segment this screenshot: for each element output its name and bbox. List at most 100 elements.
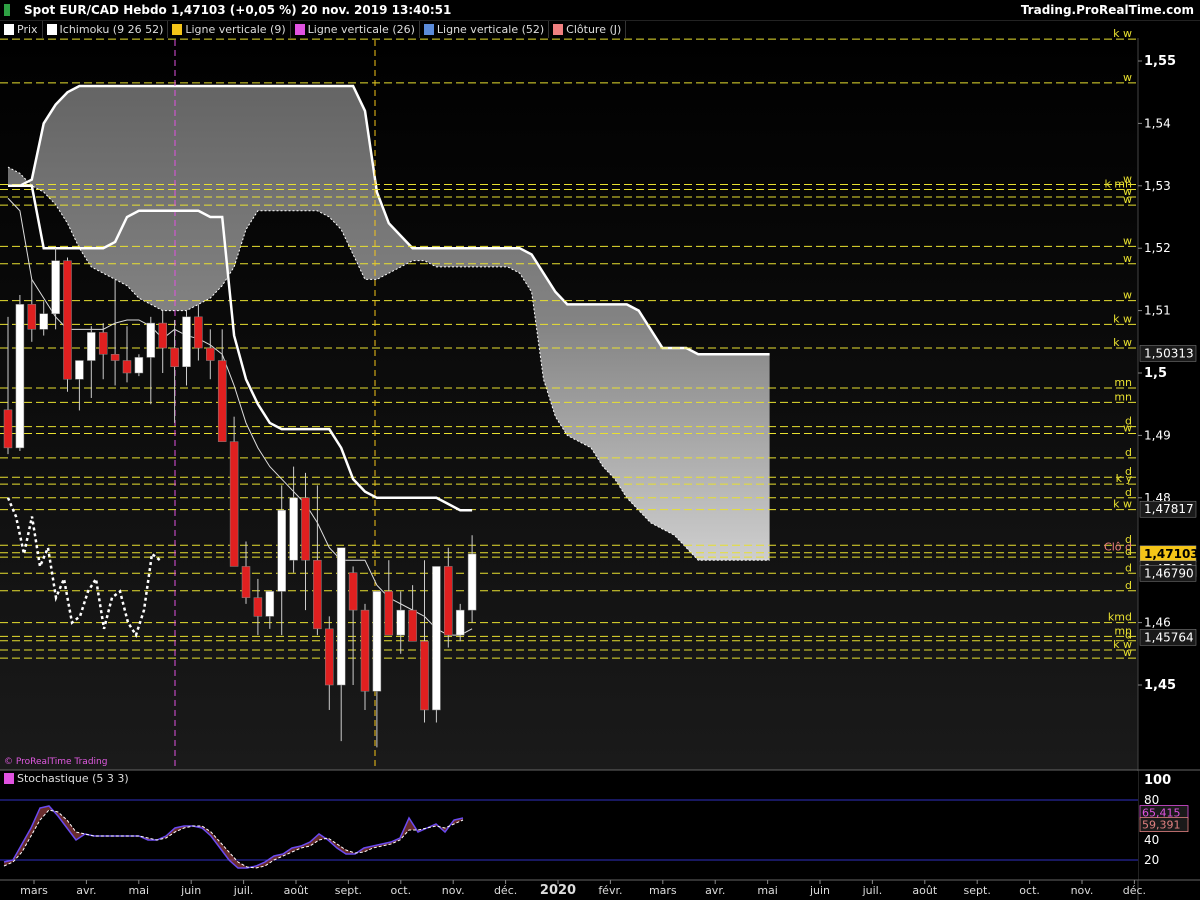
price-tick-label: 1,45 xyxy=(1144,678,1176,693)
level-tag: mn xyxy=(1114,376,1132,389)
time-axis-label: août xyxy=(912,884,937,897)
level-tag: k w xyxy=(1113,498,1132,511)
candle-body[interactable] xyxy=(325,628,334,686)
price-tick-label: 1,52 xyxy=(1144,241,1171,255)
time-axis-label: déc. xyxy=(494,884,517,897)
time-axis-label: juil. xyxy=(233,884,254,897)
candle-body[interactable] xyxy=(336,547,346,686)
candle-body[interactable] xyxy=(229,441,239,567)
stoch-tick-label: 20 xyxy=(1144,853,1159,867)
candle-body[interactable] xyxy=(444,566,453,636)
time-axis-label: sept. xyxy=(964,884,991,897)
candle-body[interactable] xyxy=(265,591,275,617)
stoch-badge-label: 59,391 xyxy=(1142,819,1181,832)
candle-body[interactable] xyxy=(408,609,417,642)
stochastic-label: Stochastique (5 3 3) xyxy=(17,772,129,785)
candle-body[interactable] xyxy=(158,322,167,349)
candle-body[interactable] xyxy=(134,357,144,374)
time-axis-label: oct. xyxy=(1019,884,1040,897)
time-axis-label: mai xyxy=(757,884,778,897)
chart-title: Spot EUR/CAD Hebdo 1,47103 (+0,05 %) 20 … xyxy=(24,3,452,17)
price-tick-label: 1,46 xyxy=(1144,616,1171,630)
candle-body[interactable] xyxy=(110,354,120,361)
candle-body[interactable] xyxy=(87,332,96,361)
candle-body[interactable] xyxy=(467,553,477,611)
candle-body[interactable] xyxy=(194,316,203,349)
candle-body[interactable] xyxy=(289,497,298,561)
price-axis-bg xyxy=(1138,38,1200,900)
candle-body[interactable] xyxy=(396,609,405,636)
stoch-tick-label: 80 xyxy=(1144,793,1159,807)
level-tag: kmd xyxy=(1108,611,1132,624)
level-tag: w xyxy=(1123,289,1132,302)
candle-body[interactable] xyxy=(170,347,179,368)
price-chart[interactable]: k wwwk mnwwwwwk wk wmnmndwddk ydk wdClô … xyxy=(0,20,1200,900)
time-axis-label: mars xyxy=(20,884,48,897)
time-axis-label: juil. xyxy=(862,884,883,897)
price-badge-label: 1,47103 xyxy=(1144,547,1199,561)
price-badge-label: 1,50313 xyxy=(1144,346,1194,360)
level-tag: w xyxy=(1123,71,1132,84)
title-bar: Spot EUR/CAD Hebdo 1,47103 (+0,05 %) 20 … xyxy=(0,0,1200,21)
candle-body[interactable] xyxy=(301,497,310,561)
time-axis-label: oct. xyxy=(391,884,412,897)
candle-body[interactable] xyxy=(122,360,132,374)
time-axis-label: févr. xyxy=(598,884,622,897)
level-tag: d xyxy=(1125,545,1132,558)
level-tag: w xyxy=(1123,646,1132,659)
level-tag: d xyxy=(1125,446,1132,459)
candle-body[interactable] xyxy=(360,609,370,692)
candle-body[interactable] xyxy=(372,591,382,692)
time-axis-label: août xyxy=(284,884,309,897)
level-tag: w xyxy=(1123,193,1132,206)
time-axis-label: 2020 xyxy=(540,883,576,898)
level-tag: d xyxy=(1125,561,1132,574)
price-tick-label: 1,49 xyxy=(1144,428,1171,442)
price-tick-label: 1,51 xyxy=(1144,304,1171,318)
candle-body[interactable] xyxy=(3,409,13,449)
price-tick-label: 1,5 xyxy=(1144,366,1167,381)
candle-body[interactable] xyxy=(146,322,156,358)
price-tick-label: 1,55 xyxy=(1144,54,1176,69)
price-tick-label: 1,54 xyxy=(1144,116,1171,130)
candle-body[interactable] xyxy=(277,510,286,592)
candle-body[interactable] xyxy=(75,360,84,380)
candle-body[interactable] xyxy=(63,260,72,380)
stochastic-color-icon xyxy=(4,773,14,784)
candle-body[interactable] xyxy=(455,609,465,636)
candle-body[interactable] xyxy=(98,332,108,355)
candle-body[interactable] xyxy=(39,313,48,330)
price-badge-label: 1,46790 xyxy=(1144,566,1194,580)
candle-body[interactable] xyxy=(432,566,441,711)
level-tag: w xyxy=(1123,422,1132,435)
candle-body[interactable] xyxy=(384,591,394,636)
candle-body[interactable] xyxy=(253,597,263,617)
candle-body[interactable] xyxy=(217,360,227,442)
candle-body[interactable] xyxy=(51,260,60,314)
candle-body[interactable] xyxy=(420,641,429,711)
time-axis-label: juin xyxy=(180,884,201,897)
time-axis-label: avr. xyxy=(76,884,96,897)
candle-body[interactable] xyxy=(313,559,322,630)
stoch-tick-label: 40 xyxy=(1144,833,1159,847)
brand-label: Trading.ProRealTime.com xyxy=(1020,3,1194,17)
price-badge-label: 1,45764 xyxy=(1144,630,1194,644)
candle-body[interactable] xyxy=(241,566,251,598)
time-axis-label: nov. xyxy=(1071,884,1094,897)
level-tag: k w xyxy=(1113,336,1132,349)
time-axis-label: mars xyxy=(649,884,677,897)
level-tag: mn xyxy=(1114,390,1132,403)
candle-body[interactable] xyxy=(27,304,37,330)
connection-status-icon xyxy=(4,4,10,16)
stochastic-panel-bg xyxy=(0,771,1138,880)
candle-body[interactable] xyxy=(206,347,215,361)
candle-body[interactable] xyxy=(182,316,191,368)
stoch-tick-label: 100 xyxy=(1144,773,1171,788)
watermark: © ProRealTime Trading xyxy=(4,757,108,767)
candle-body[interactable] xyxy=(15,304,25,449)
candle-body[interactable] xyxy=(348,572,358,611)
time-axis-label: mai xyxy=(129,884,150,897)
level-tag: w xyxy=(1123,252,1132,265)
level-tag: w xyxy=(1123,234,1132,247)
level-tag: d xyxy=(1125,579,1132,592)
